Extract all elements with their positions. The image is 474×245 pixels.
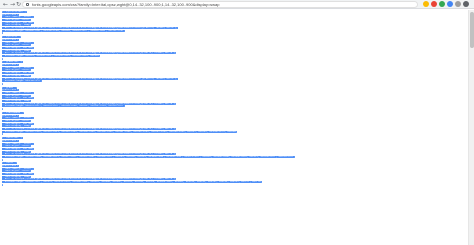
selected-text: unicode-range: U+0460-052F, U+1C80-1C8A,…	[2, 29, 126, 32]
extension-icon[interactable]	[439, 1, 445, 7]
selected-text: unicode-range: U+0000-00FF, U+0131, U+01…	[2, 181, 262, 184]
address-bar[interactable]: fonts.googleapis.com/css?family=Inter:it…	[22, 1, 418, 8]
selected-text: }	[2, 82, 4, 85]
address-bar-url: fonts.googleapis.com/css?family=Inter:it…	[32, 2, 220, 7]
selected-text: }	[2, 32, 4, 35]
reload-icon: ↻	[15, 1, 22, 8]
selected-text: unicode-range: U+1F00-1FFF;	[2, 80, 43, 83]
css-source-view: /* cyrillic-ext */@font-face { font-fami…	[0, 10, 468, 245]
extension-icon[interactable]	[431, 1, 437, 7]
reload-button[interactable]: ↻	[15, 1, 22, 8]
menu-icon[interactable]	[463, 1, 469, 7]
extension-icon[interactable]	[447, 1, 453, 7]
scrollbar-thumb[interactable]	[470, 12, 474, 48]
selected-text: unicode-range: U+0100-02BA, U+02BD-02C5,…	[2, 155, 296, 158]
back-arrow-icon: ←	[2, 1, 9, 8]
selected-text: unicode-range: U+0102-0103, U+0110-0111,…	[2, 130, 238, 133]
lock-icon	[26, 3, 29, 6]
selected-text: }	[2, 133, 4, 136]
star-icon[interactable]	[423, 1, 429, 7]
selected-text: }	[2, 183, 4, 186]
selected-text: }	[2, 108, 4, 111]
vertical-scrollbar[interactable]	[468, 10, 474, 245]
selected-text: }	[2, 57, 4, 60]
profile-icon[interactable]	[455, 1, 461, 7]
selected-text: }	[2, 158, 4, 161]
selected-text: unicode-range: U+0370-0377, U+037A-037F,…	[2, 105, 126, 108]
back-button[interactable]: ←	[2, 1, 9, 8]
browser-toolbar: ← → ↻ fonts.googleapis.com/css?family=In…	[0, 0, 474, 9]
selected-text: unicode-range: U+0301, U+0400-045F, U+04…	[2, 54, 101, 57]
